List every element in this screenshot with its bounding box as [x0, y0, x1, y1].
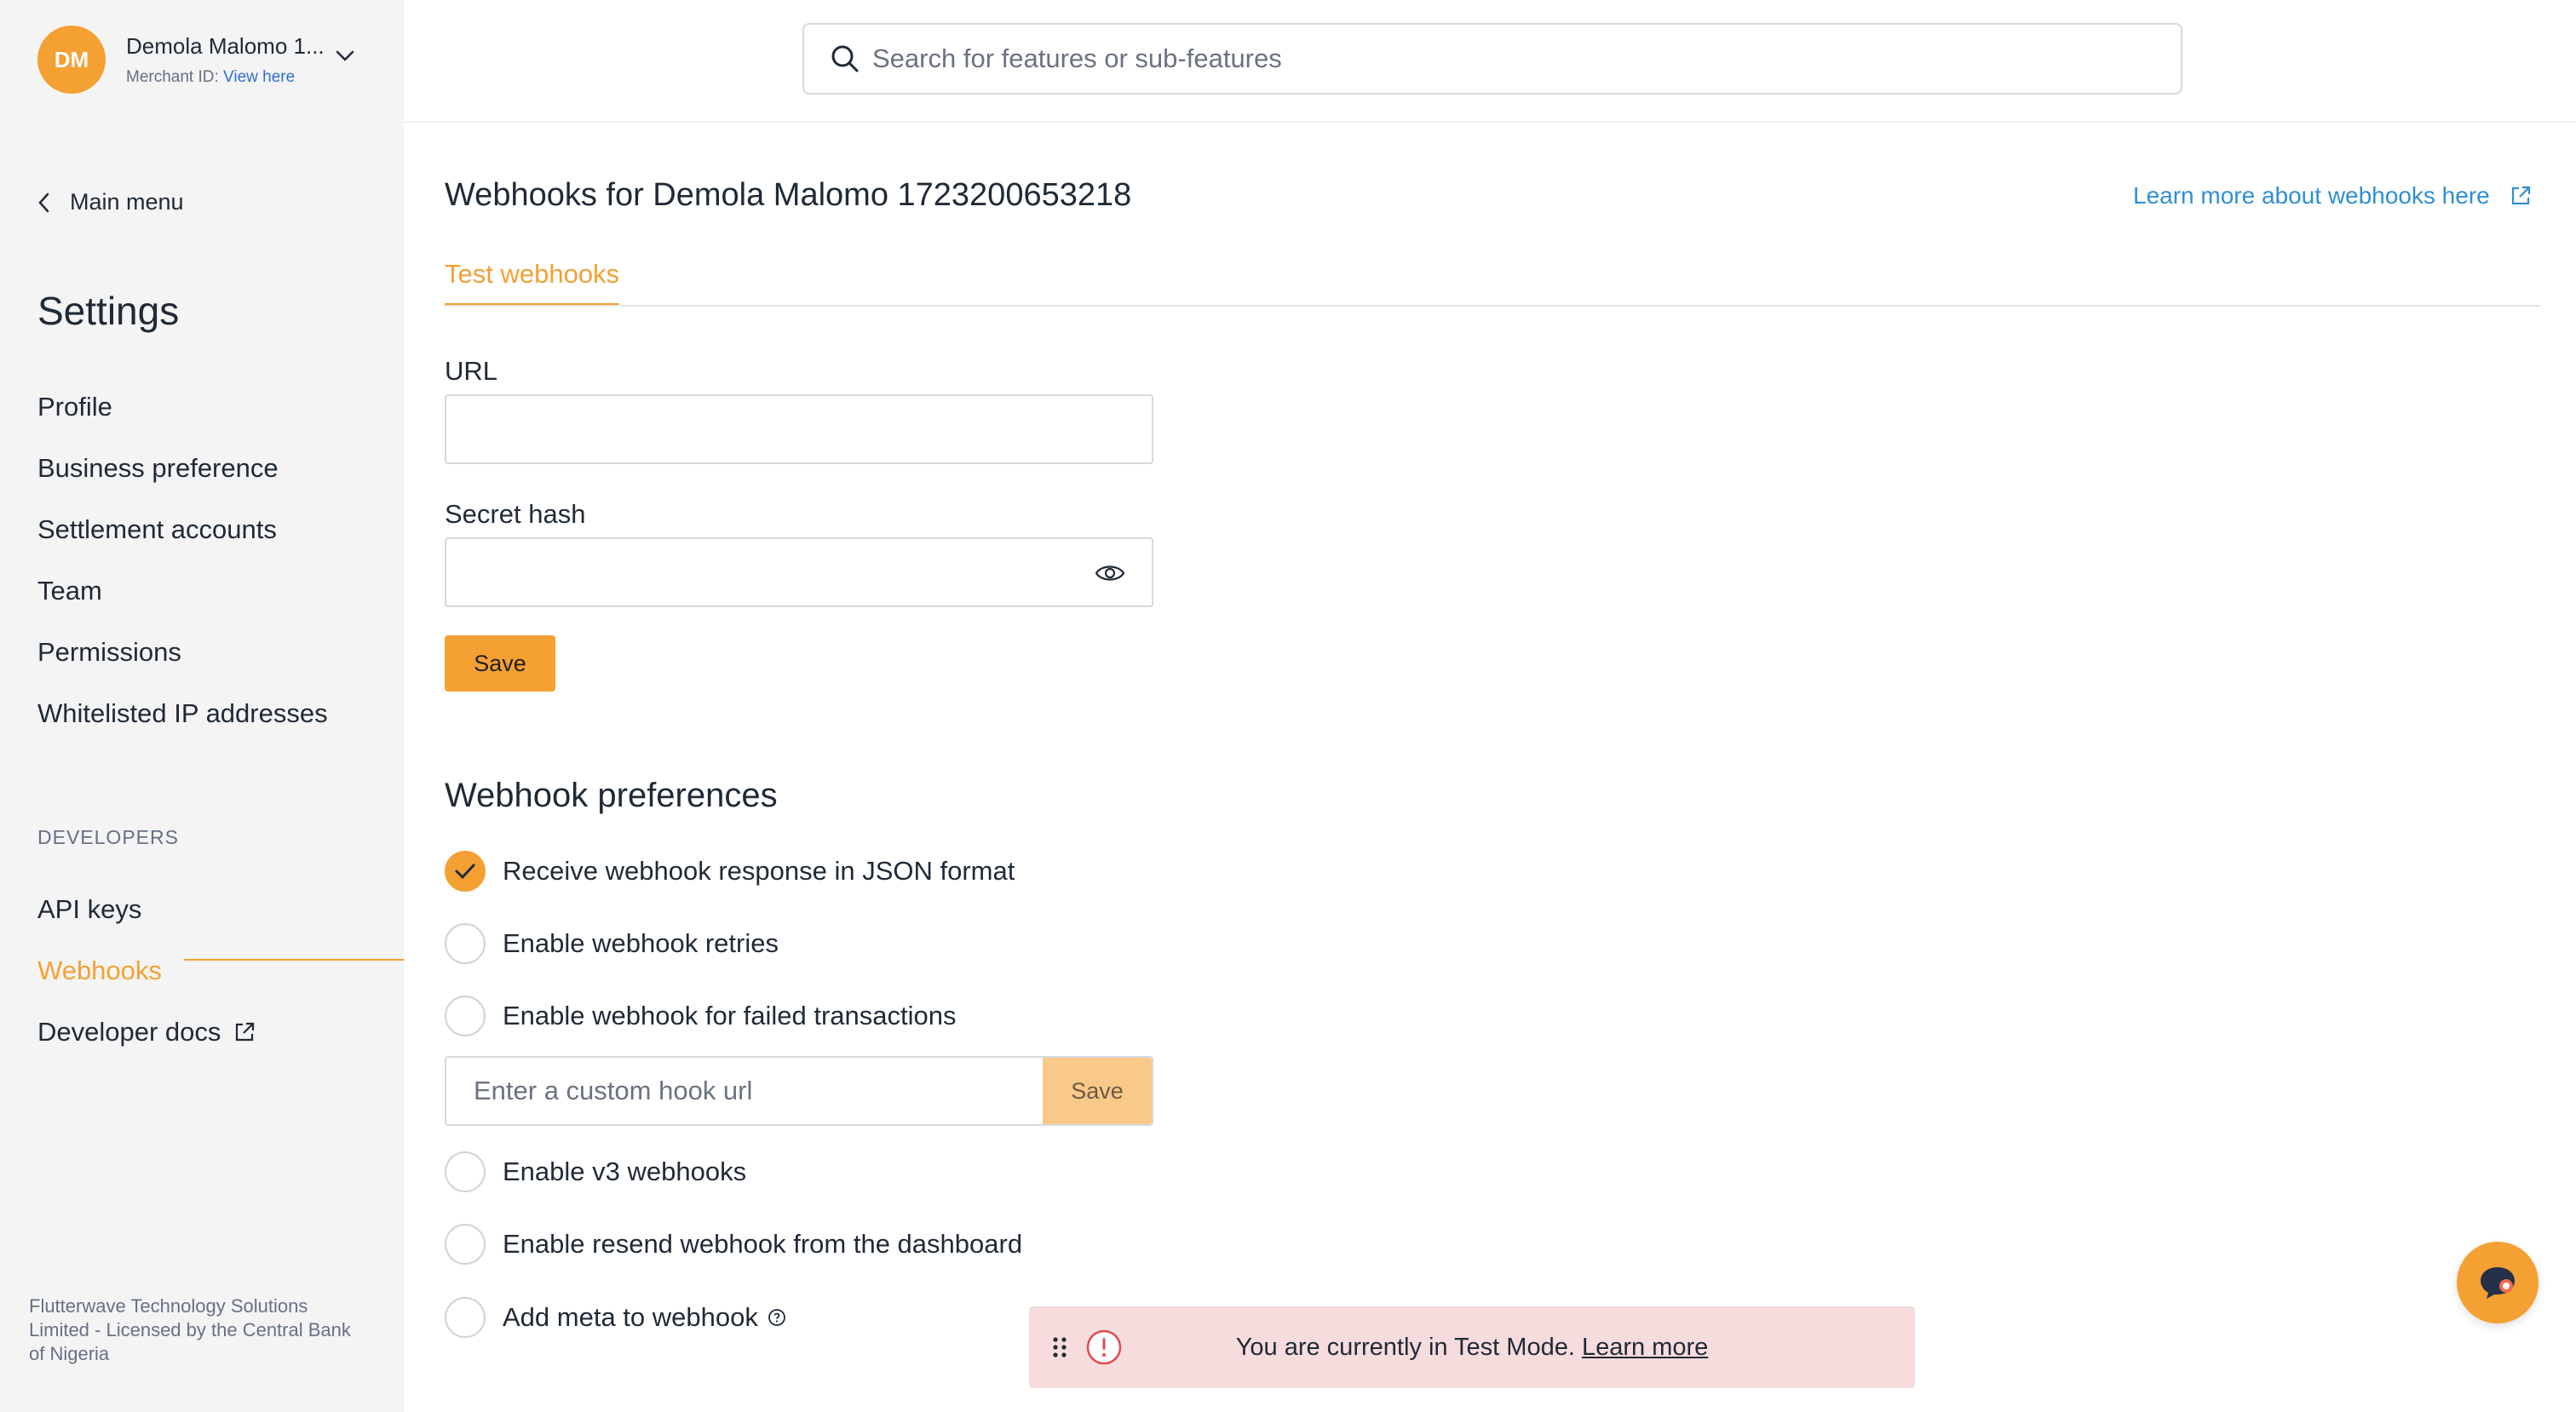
pref-resend-webhook-checkbox[interactable]: [445, 1224, 486, 1265]
pref-failed-transactions-label: Enable webhook for failed transactions: [503, 1001, 957, 1030]
pref-meta-webhook[interactable]: Add meta to webhook: [445, 1297, 787, 1338]
main-menu-link[interactable]: Main menu: [37, 189, 184, 215]
search-placeholder: Search for features or sub-features: [872, 43, 1282, 73]
pref-webhook-retries-checkbox[interactable]: [445, 923, 486, 964]
pref-resend-webhook[interactable]: Enable resend webhook from the dashboard: [445, 1224, 1022, 1265]
pref-json-format[interactable]: Receive webhook response in JSON format: [445, 851, 1015, 892]
pref-webhook-retries[interactable]: Enable webhook retries: [445, 923, 779, 964]
chat-support-button[interactable]: [2457, 1242, 2539, 1323]
tab-test-webhooks[interactable]: Test webhooks: [445, 259, 620, 306]
external-link-icon: [2511, 186, 2530, 205]
sidebar-item-settlement-accounts[interactable]: Settlement accounts: [37, 511, 328, 572]
search-icon: [831, 45, 859, 72]
merchant-id: Merchant ID: View here: [126, 68, 325, 87]
sidebar-item-whitelisted-ip[interactable]: Whitelisted IP addresses: [37, 695, 328, 756]
merchant-id-label: Merchant ID:: [126, 67, 219, 86]
secret-hash-field[interactable]: [445, 537, 1153, 607]
external-link-icon: [236, 1022, 255, 1042]
checkmark-icon: [455, 864, 475, 880]
active-item-indicator: [184, 959, 404, 961]
developers-nav: API keys Webhooks Developer docs: [37, 879, 256, 1063]
avatar: DM: [37, 26, 106, 94]
learn-more-label: Learn more about webhooks here: [2133, 182, 2490, 209]
sidebar-item-permissions[interactable]: Permissions: [37, 634, 328, 695]
page-title: Webhooks for Demola Malomo 1723200653218: [445, 177, 1132, 213]
eye-icon[interactable]: [1094, 558, 1126, 588]
test-mode-learn-more-link[interactable]: Learn more: [1582, 1334, 1708, 1361]
pref-json-format-checkbox[interactable]: [445, 851, 486, 892]
pref-meta-webhook-label: Add meta to webhook: [503, 1302, 758, 1332]
settings-title: Settings: [37, 289, 180, 333]
sidebar: DM Demola Malomo 1... Merchant ID: View …: [0, 0, 404, 1412]
secret-hash-label: Secret hash: [445, 499, 586, 529]
test-mode-text: You are currently in Test Mode.: [1235, 1334, 1575, 1361]
pref-v3-webhooks-checkbox[interactable]: [445, 1151, 486, 1192]
webhooks-label: Webhooks: [37, 956, 162, 985]
chevron-left-icon: [38, 192, 49, 212]
settings-nav: Profile Business preference Settlement a…: [37, 388, 328, 756]
search-input[interactable]: Search for features or sub-features: [802, 23, 2182, 95]
custom-hook-group: Enter a custom hook url Save: [445, 1056, 1153, 1126]
pref-v3-webhooks-label: Enable v3 webhooks: [503, 1157, 747, 1186]
account-name: Demola Malomo 1...: [126, 32, 325, 59]
url-field[interactable]: [445, 394, 1153, 464]
url-label: URL: [445, 356, 498, 386]
pref-v3-webhooks[interactable]: Enable v3 webhooks: [445, 1151, 746, 1192]
learn-more-link[interactable]: Learn more about webhooks here: [2133, 182, 2533, 210]
main-menu-label: Main menu: [70, 189, 184, 215]
help-icon[interactable]: [767, 1307, 787, 1328]
developers-section-label: DEVELOPERS: [37, 826, 179, 848]
tab-divider: [445, 305, 2540, 307]
test-mode-message: You are currently in Test Mode. Learn mo…: [1029, 1334, 1915, 1362]
save-button[interactable]: Save: [445, 635, 555, 692]
sidebar-item-profile[interactable]: Profile: [37, 388, 328, 450]
developer-docs-label: Developer docs: [37, 1017, 221, 1047]
pref-failed-transactions-checkbox[interactable]: [445, 996, 486, 1036]
test-mode-banner: You are currently in Test Mode. Learn mo…: [1029, 1306, 1915, 1388]
pref-failed-transactions[interactable]: Enable webhook for failed transactions: [445, 996, 957, 1036]
topbar: Search for features or sub-features: [404, 0, 2576, 123]
sidebar-item-webhooks[interactable]: Webhooks: [37, 940, 256, 1002]
account-switcher[interactable]: DM Demola Malomo 1... Merchant ID: View …: [37, 26, 325, 94]
view-merchant-id-link[interactable]: View here: [223, 68, 295, 86]
license-note: Flutterwave Technology Solutions Limited…: [29, 1295, 351, 1364]
custom-hook-url-input[interactable]: Enter a custom hook url: [446, 1058, 1043, 1124]
chat-icon: [2481, 1267, 2515, 1299]
sidebar-item-api-keys[interactable]: API keys: [37, 879, 256, 940]
custom-hook-save-button[interactable]: Save: [1043, 1058, 1152, 1124]
pref-meta-webhook-checkbox[interactable]: [445, 1297, 486, 1338]
api-keys-label: API keys: [37, 894, 142, 924]
pref-webhook-retries-label: Enable webhook retries: [503, 928, 779, 958]
webhook-preferences-title: Webhook preferences: [445, 777, 778, 814]
pref-resend-webhook-label: Enable resend webhook from the dashboard: [503, 1229, 1023, 1259]
sidebar-item-team[interactable]: Team: [37, 572, 328, 634]
sidebar-item-business-preference[interactable]: Business preference: [37, 450, 328, 511]
pref-json-format-label: Receive webhook response in JSON format: [503, 856, 1015, 886]
chevron-down-icon[interactable]: [332, 48, 358, 65]
sidebar-item-developer-docs[interactable]: Developer docs: [37, 1002, 256, 1063]
